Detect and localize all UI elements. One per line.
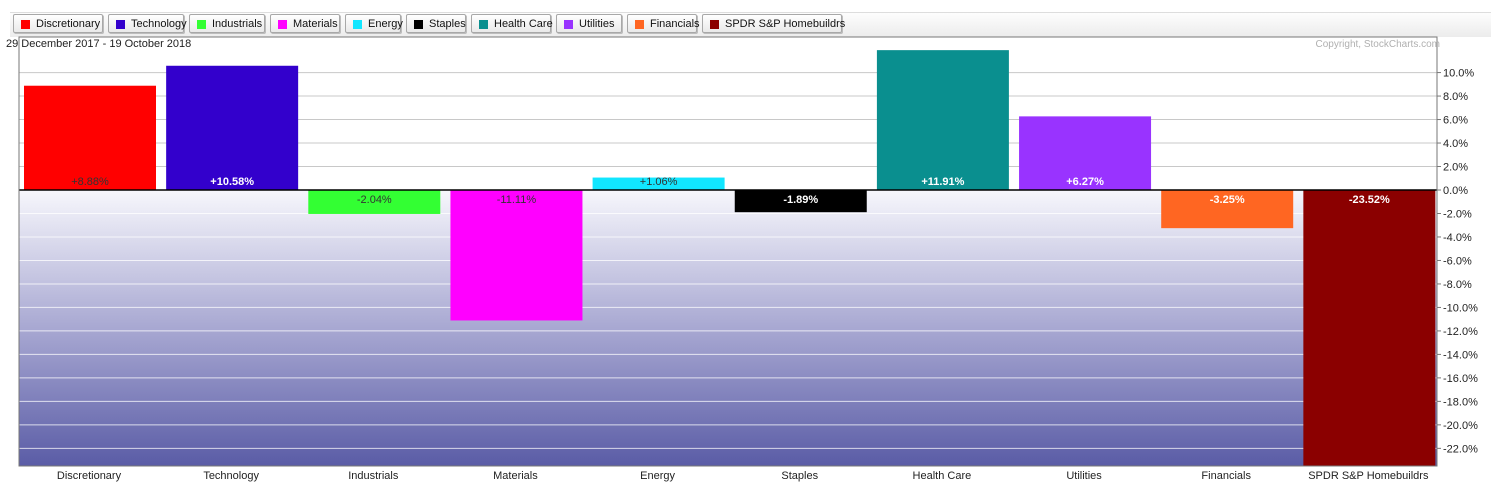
- y-tick-label: -20.0%: [1443, 420, 1478, 432]
- x-axis-labels: Discretionary Technology Industrials Materi…: [57, 470, 1429, 482]
- y-tick-label: 0.0%: [1443, 185, 1468, 197]
- y-tick-label: 8.0%: [1443, 91, 1468, 103]
- x-tick-label: Materials: [493, 470, 538, 482]
- performance-chart: +8.88% +10.58% -2.04% -11.11% +1.06% -1.89% +1…: [6, 36, 1478, 482]
- bar: [876, 50, 1009, 190]
- data-label: +8.88%: [71, 176, 109, 188]
- x-tick-label: Technology: [203, 470, 259, 482]
- bar: [166, 65, 299, 190]
- y-tick-label: -4.0%: [1443, 232, 1472, 244]
- x-tick-label: Industrials: [348, 470, 399, 482]
- x-tick-label: Discretionary: [57, 470, 122, 482]
- y-tick-label: -6.0%: [1443, 255, 1472, 267]
- x-tick-label: Staples: [781, 470, 818, 482]
- x-tick-label: Financials: [1201, 470, 1251, 482]
- data-label: -1.89%: [783, 194, 818, 206]
- data-label: +6.27%: [1066, 176, 1104, 188]
- copyright: Copyright, StockCharts.com: [1316, 39, 1441, 50]
- x-tick-label: Utilities: [1066, 470, 1102, 482]
- data-label: +10.58%: [210, 176, 254, 188]
- y-tick-label: 6.0%: [1443, 115, 1468, 127]
- y-tick-label: -18.0%: [1443, 396, 1478, 408]
- y-tick-label: 10.0%: [1443, 68, 1474, 80]
- bar: [450, 190, 583, 321]
- y-tick-label: -10.0%: [1443, 302, 1478, 314]
- x-tick-label: Energy: [640, 470, 675, 482]
- data-label: -11.11%: [497, 194, 537, 206]
- y-tick-label: -12.0%: [1443, 326, 1478, 338]
- x-tick-label: SPDR S&P Homebuildrs: [1308, 470, 1429, 482]
- y-tick-label: -22.0%: [1443, 443, 1478, 455]
- y-tick-label: 2.0%: [1443, 162, 1468, 174]
- data-label: -3.25%: [1210, 194, 1245, 206]
- y-tick-label: -16.0%: [1443, 373, 1478, 385]
- bar: [1303, 190, 1436, 467]
- data-label: -23.52%: [1349, 194, 1390, 206]
- data-label: -2.04%: [357, 194, 392, 206]
- x-tick-label: Health Care: [913, 470, 972, 482]
- y-axis-tick-labels: 10.0% 8.0% 6.0% 4.0% 2.0% 0.0% -2.0% -4.0% -6.0%…: [1437, 68, 1478, 455]
- y-tick-label: -8.0%: [1443, 279, 1472, 291]
- y-tick-label: -2.0%: [1443, 208, 1472, 220]
- y-tick-label: 4.0%: [1443, 138, 1468, 150]
- data-label: +1.06%: [640, 176, 678, 188]
- date-range: 29 December 2017 - 19 October 2018: [6, 38, 191, 50]
- data-label: +11.91%: [921, 176, 964, 188]
- y-tick-label: -14.0%: [1443, 349, 1478, 361]
- bar: [24, 85, 156, 190]
